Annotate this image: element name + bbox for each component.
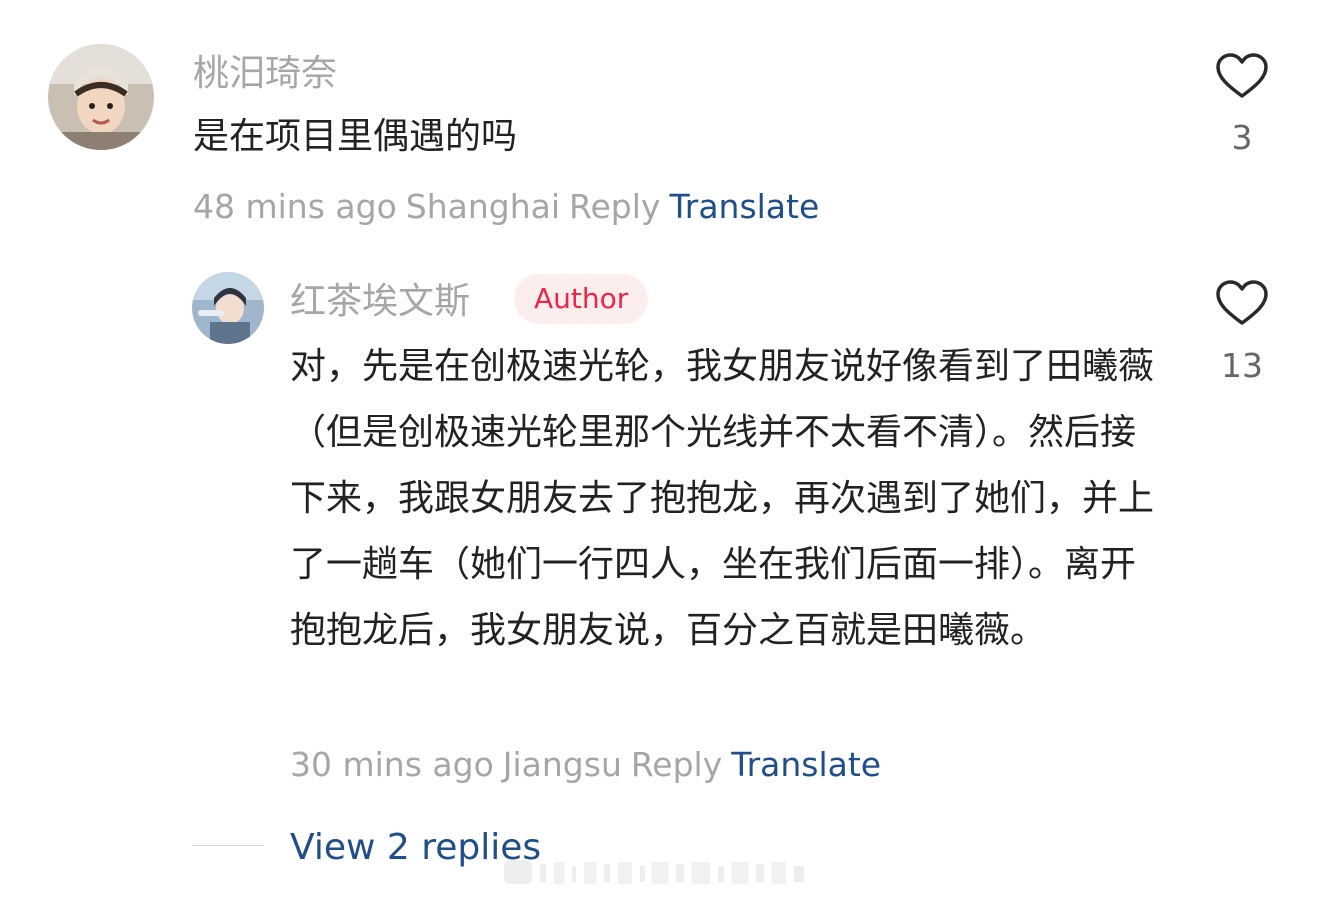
like-count: 13 [1221, 346, 1263, 385]
heart-outline-icon[interactable] [1215, 52, 1269, 100]
comment-text: 是在项目里偶遇的吗 [193, 116, 518, 157]
avatar[interactable] [192, 272, 264, 344]
comment-meta: 48 mins ago Shanghai Reply Translate [193, 187, 828, 227]
comment-time: 48 mins ago [193, 187, 397, 226]
comment-username[interactable]: 桃汨琦奈 [193, 52, 337, 96]
translate-button[interactable]: Translate [731, 745, 881, 784]
reply-button[interactable]: Reply [569, 187, 660, 226]
comment-thread: 桃汨琦奈 是在项目里偶遇的吗 48 mins ago Shanghai Reply T… [0, 0, 1320, 904]
watermark [504, 860, 804, 884]
avatar[interactable] [48, 44, 154, 150]
reply-location: Jiangsu [502, 745, 622, 784]
heart-outline-icon[interactable] [1215, 279, 1269, 327]
author-badge: Author [514, 274, 649, 324]
reply-time: 30 mins ago [290, 745, 494, 784]
like-count: 3 [1231, 118, 1253, 157]
comment-location: Shanghai [405, 187, 561, 226]
translate-button[interactable]: Translate [669, 187, 819, 226]
reply-username[interactable]: 红茶埃文斯 [290, 280, 470, 324]
replies-divider [192, 845, 264, 846]
reply-text: 对，先是在创极速光轮，我女朋友说好像看到了田曦薇（但是创极速光轮里那个光线并不太… [290, 346, 1155, 651]
reply-meta: 30 mins ago Jiangsu Reply Translate [290, 745, 890, 785]
reply-button[interactable]: Reply [631, 745, 722, 784]
